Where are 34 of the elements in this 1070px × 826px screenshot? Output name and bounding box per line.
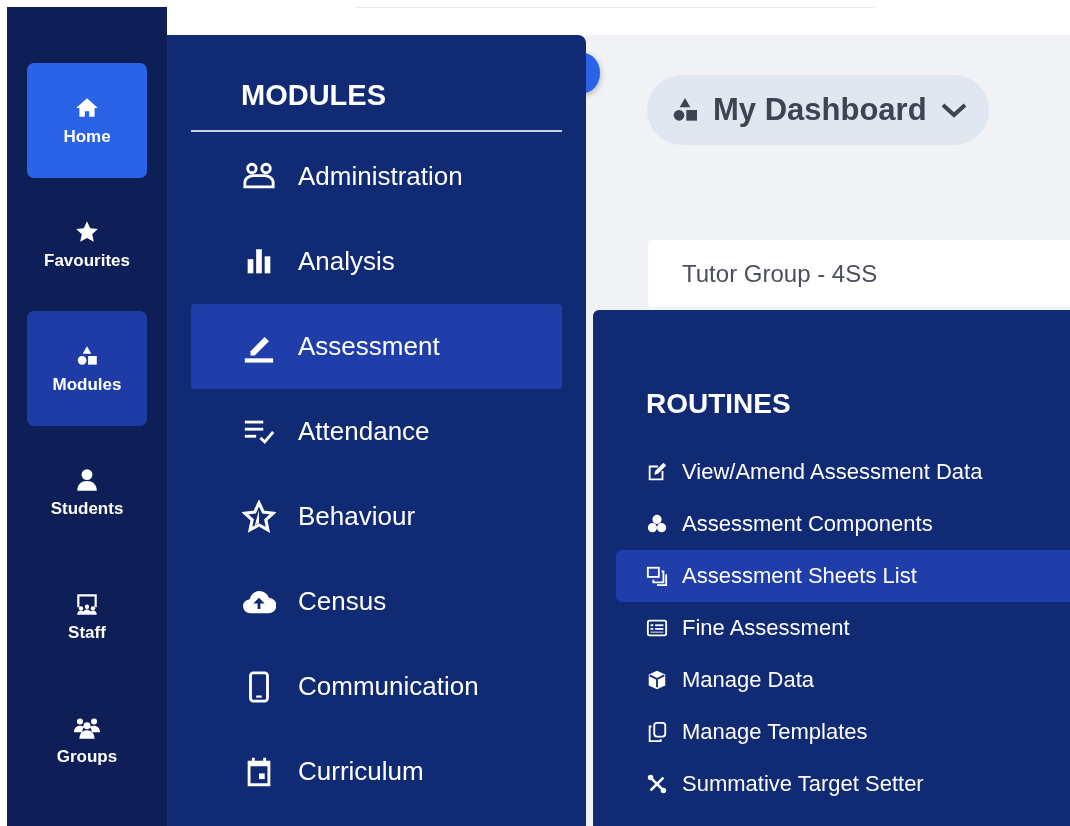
module-menu-item[interactable]: Analysis [191,219,562,304]
rail-nav-item[interactable]: Students [27,435,147,550]
routine-menu-item[interactable]: Manage Data [616,654,1070,706]
person-icon [74,466,100,493]
panel-heading: MODULES [241,79,386,112]
copy-icon [646,721,668,743]
rail-nav-item[interactable]: Favourites [27,187,147,302]
list-box-icon [646,617,668,639]
rail-nav-item[interactable]: Modules [27,311,147,426]
module-menu-item[interactable]: Behaviour [191,474,562,559]
dashboard-dropdown[interactable]: My Dashboard [647,75,989,145]
cube-icon [646,669,668,691]
cubes-icon [646,513,668,535]
rail-nav-item[interactable]: Groups [27,683,147,798]
rail-nav-item[interactable]: Staff [27,559,147,674]
edit-icon [646,461,668,483]
routine-menu-item[interactable]: Manage Templates [616,706,1070,758]
group-select-field[interactable]: Tutor Group - 4SS [648,240,1070,307]
routine-menu-item[interactable]: Assessment Sheets List [616,550,1070,602]
stacked-squares-icon [646,565,668,587]
star-outline-icon [242,499,276,534]
module-menu-item[interactable]: Curriculum [191,729,562,814]
rail-nav-item[interactable]: Home [27,63,147,178]
module-menu-item[interactable]: Attendance [191,389,562,474]
tools-icon [646,773,668,795]
routine-menu-item[interactable]: Summative Target Setter [616,758,1070,810]
module-menu-item[interactable]: Census [191,559,562,644]
routine-menu-item[interactable]: View/Amend Assessment Data [616,446,1070,498]
module-menu-item[interactable]: Assessment [191,304,562,389]
routine-menu-item[interactable]: Assessment Components [616,498,1070,550]
panel-heading: ROUTINES [646,388,791,419]
module-menu-item[interactable]: Communication [191,644,562,729]
module-menu-item[interactable]: Administration [191,134,562,219]
routine-menu-item[interactable]: Fine Assessment [616,602,1070,654]
